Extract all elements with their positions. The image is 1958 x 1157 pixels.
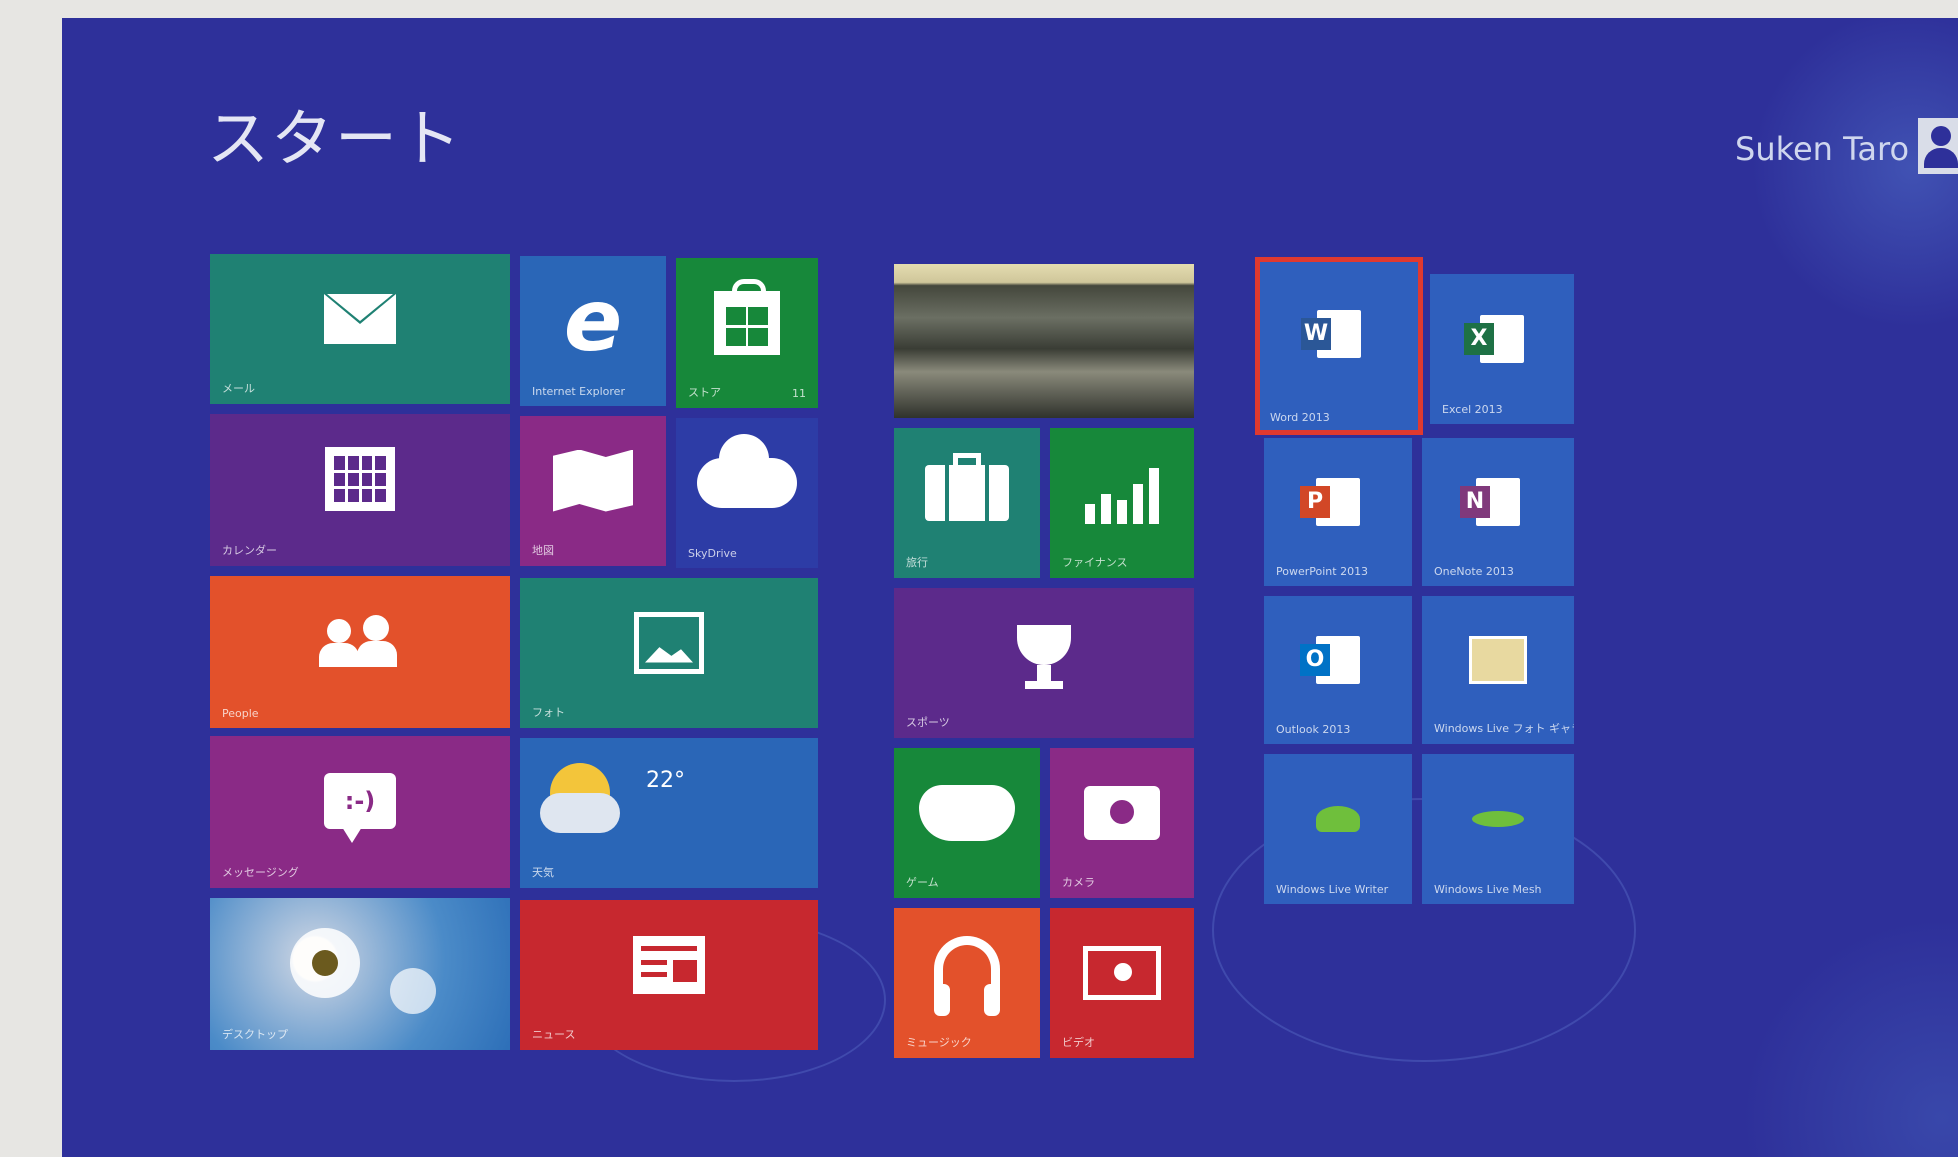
tile-label: ファイナンス [1062, 556, 1128, 569]
tile-label: People [222, 707, 259, 720]
tile-label: 天気 [532, 866, 554, 879]
calendar-icon [325, 447, 395, 512]
tile-calendar[interactable]: カレンダー [210, 414, 510, 566]
tile-label: Windows Live Mesh [1434, 883, 1542, 896]
tile-video[interactable]: ビデオ [1050, 908, 1194, 1058]
tile-onenote[interactable]: N OneNote 2013 [1422, 438, 1574, 586]
tile-excel[interactable]: X Excel 2013 [1430, 274, 1574, 424]
tile-label: スポーツ [906, 716, 950, 729]
weather-temperature: 22° [646, 768, 685, 793]
page-title: スタート [207, 102, 464, 175]
tile-label: カメラ [1062, 876, 1095, 889]
onenote-icon: N [1460, 477, 1520, 526]
tile-label: ミュージック [906, 1036, 972, 1049]
tile-label: 旅行 [906, 556, 928, 569]
tile-label: Outlook 2013 [1276, 723, 1351, 736]
tile-messaging[interactable]: :-) メッセージング [210, 736, 510, 888]
video-icon [1083, 945, 1161, 1000]
camera-icon [1084, 785, 1160, 840]
tile-outlook[interactable]: O Outlook 2013 [1264, 596, 1412, 744]
live-mesh-icon [1472, 810, 1524, 827]
tile-news[interactable]: ニュース [520, 900, 818, 1050]
tile-label: フォト [532, 706, 565, 719]
internet-explorer-icon: e [563, 270, 623, 371]
powerpoint-icon: P [1300, 477, 1360, 526]
tile-live-gallery[interactable]: Windows Live フォト ギャラリー [1422, 596, 1574, 744]
tile-label: Windows Live フォト ギャラリー [1434, 722, 1574, 735]
tile-live-writer[interactable]: Windows Live Writer [1264, 754, 1412, 904]
photo-gallery-icon [1469, 635, 1527, 684]
user-name[interactable]: Suken Taro [1735, 130, 1909, 168]
tile-mail[interactable]: メール [210, 254, 510, 404]
headphones-icon [934, 935, 1000, 1016]
store-badge: 11 [792, 387, 806, 400]
tile-powerpoint[interactable]: P PowerPoint 2013 [1264, 438, 1412, 586]
tile-camera[interactable]: カメラ [1050, 748, 1194, 898]
avatar-head [1931, 126, 1951, 146]
tile-label: メール [222, 382, 255, 395]
tile-store[interactable]: ストア 11 [676, 258, 818, 408]
mail-icon [324, 293, 396, 344]
tile-people[interactable]: People [210, 576, 510, 728]
tile-live-mesh[interactable]: Windows Live Mesh [1422, 754, 1574, 904]
tile-photo-live[interactable] [894, 264, 1194, 418]
tile-label: ニュース [532, 1028, 576, 1041]
cloud-icon [697, 433, 797, 508]
tile-word[interactable]: W Word 2013 [1255, 257, 1423, 435]
tile-label: デスクトップ [222, 1028, 288, 1041]
tile-label: SkyDrive [688, 547, 737, 560]
tile-label: PowerPoint 2013 [1276, 565, 1369, 578]
tile-label: 地図 [532, 544, 554, 557]
excel-icon: X [1464, 314, 1524, 363]
chat-icon: :-) [324, 773, 396, 844]
tile-label: Windows Live Writer [1276, 883, 1389, 896]
tile-travel[interactable]: 旅行 [894, 428, 1040, 578]
landscape-photo [894, 264, 1194, 418]
map-icon [553, 449, 633, 512]
stock-chart-icon [1085, 462, 1159, 524]
tile-sports[interactable]: スポーツ [894, 588, 1194, 738]
live-writer-icon [1316, 805, 1360, 832]
people-icon [319, 615, 401, 668]
tile-skydrive[interactable]: SkyDrive [676, 418, 818, 568]
tile-label: Internet Explorer [532, 385, 625, 398]
trophy-icon [1017, 625, 1071, 689]
user-avatar-icon[interactable] [1918, 118, 1958, 174]
tile-finance[interactable]: ファイナンス [1050, 428, 1194, 578]
tile-label: OneNote 2013 [1434, 565, 1514, 578]
tile-maps[interactable]: 地図 [520, 416, 666, 566]
avatar-body [1924, 148, 1958, 168]
tile-label: メッセージング [222, 866, 299, 879]
tile-label: Excel 2013 [1442, 403, 1503, 416]
tile-games[interactable]: ゲーム [894, 748, 1040, 898]
tile-photos[interactable]: フォト [520, 578, 818, 728]
tile-internet-explorer[interactable]: e Internet Explorer [520, 256, 666, 406]
tile-label: Word 2013 [1270, 411, 1330, 424]
tile-desktop[interactable]: デスクトップ [210, 898, 510, 1050]
tile-label: ストア [688, 386, 721, 399]
suitcase-icon [925, 452, 1009, 521]
game-controller-icon [919, 784, 1015, 841]
outlook-icon: O [1300, 635, 1360, 684]
tile-weather[interactable]: 22° 天気 [520, 738, 818, 888]
start-screen: スタート Suken Taro メール e Internet Explorer … [62, 18, 1958, 1157]
tile-label: ゲーム [906, 876, 939, 889]
word-icon: W [1301, 309, 1361, 358]
tile-music[interactable]: ミュージック [894, 908, 1040, 1058]
photos-icon [634, 611, 704, 674]
store-icon [714, 278, 780, 355]
tile-label: カレンダー [222, 544, 277, 557]
tile-label: ビデオ [1062, 1036, 1095, 1049]
news-icon [633, 935, 705, 994]
